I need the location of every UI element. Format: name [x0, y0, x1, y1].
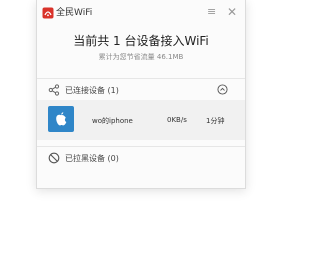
menu-icon[interactable]: ≡ — [207, 5, 216, 19]
wifi-panel-window: 全民WiFi ≡ ✕ 当前共 1 台设备接入WiFi 累计为您节省流量 46.1… — [36, 0, 246, 189]
connected-devices-label: 已连接设备 (1) — [65, 86, 119, 95]
device-name: wo的iphone — [92, 117, 133, 125]
close-icon[interactable]: ✕ — [227, 5, 237, 19]
app-title: 全民WiFi — [56, 8, 93, 18]
device-avatar — [48, 106, 74, 132]
title-bar: 全民WiFi ≡ ✕ — [37, 0, 245, 22]
apple-icon — [56, 112, 67, 126]
share-icon — [48, 84, 60, 96]
saved-traffic-text: 累计为您节省流量 46.1MB — [98, 53, 184, 61]
divider — [37, 146, 245, 147]
app-logo-icon — [42, 7, 54, 19]
connected-devices-header[interactable]: 已连接设备 (1) — [37, 80, 245, 100]
blocked-devices-label: 已拉黑设备 (0) — [65, 154, 119, 163]
block-icon — [48, 152, 60, 164]
connected-count-headline: 当前共 1 台设备接入WiFi — [73, 34, 209, 48]
summary-section: 当前共 1 台设备接入WiFi 累计为您节省流量 46.1MB — [37, 22, 245, 74]
blocked-devices-header[interactable]: 已拉黑设备 (0) — [37, 148, 245, 168]
divider — [37, 78, 245, 79]
chevron-up-circle-icon[interactable] — [217, 84, 228, 95]
device-duration: 1分钟 — [206, 117, 225, 125]
device-speed: 0KB/s — [167, 116, 187, 124]
device-row[interactable]: wo的iphone 0KB/s 1分钟 — [37, 100, 245, 140]
